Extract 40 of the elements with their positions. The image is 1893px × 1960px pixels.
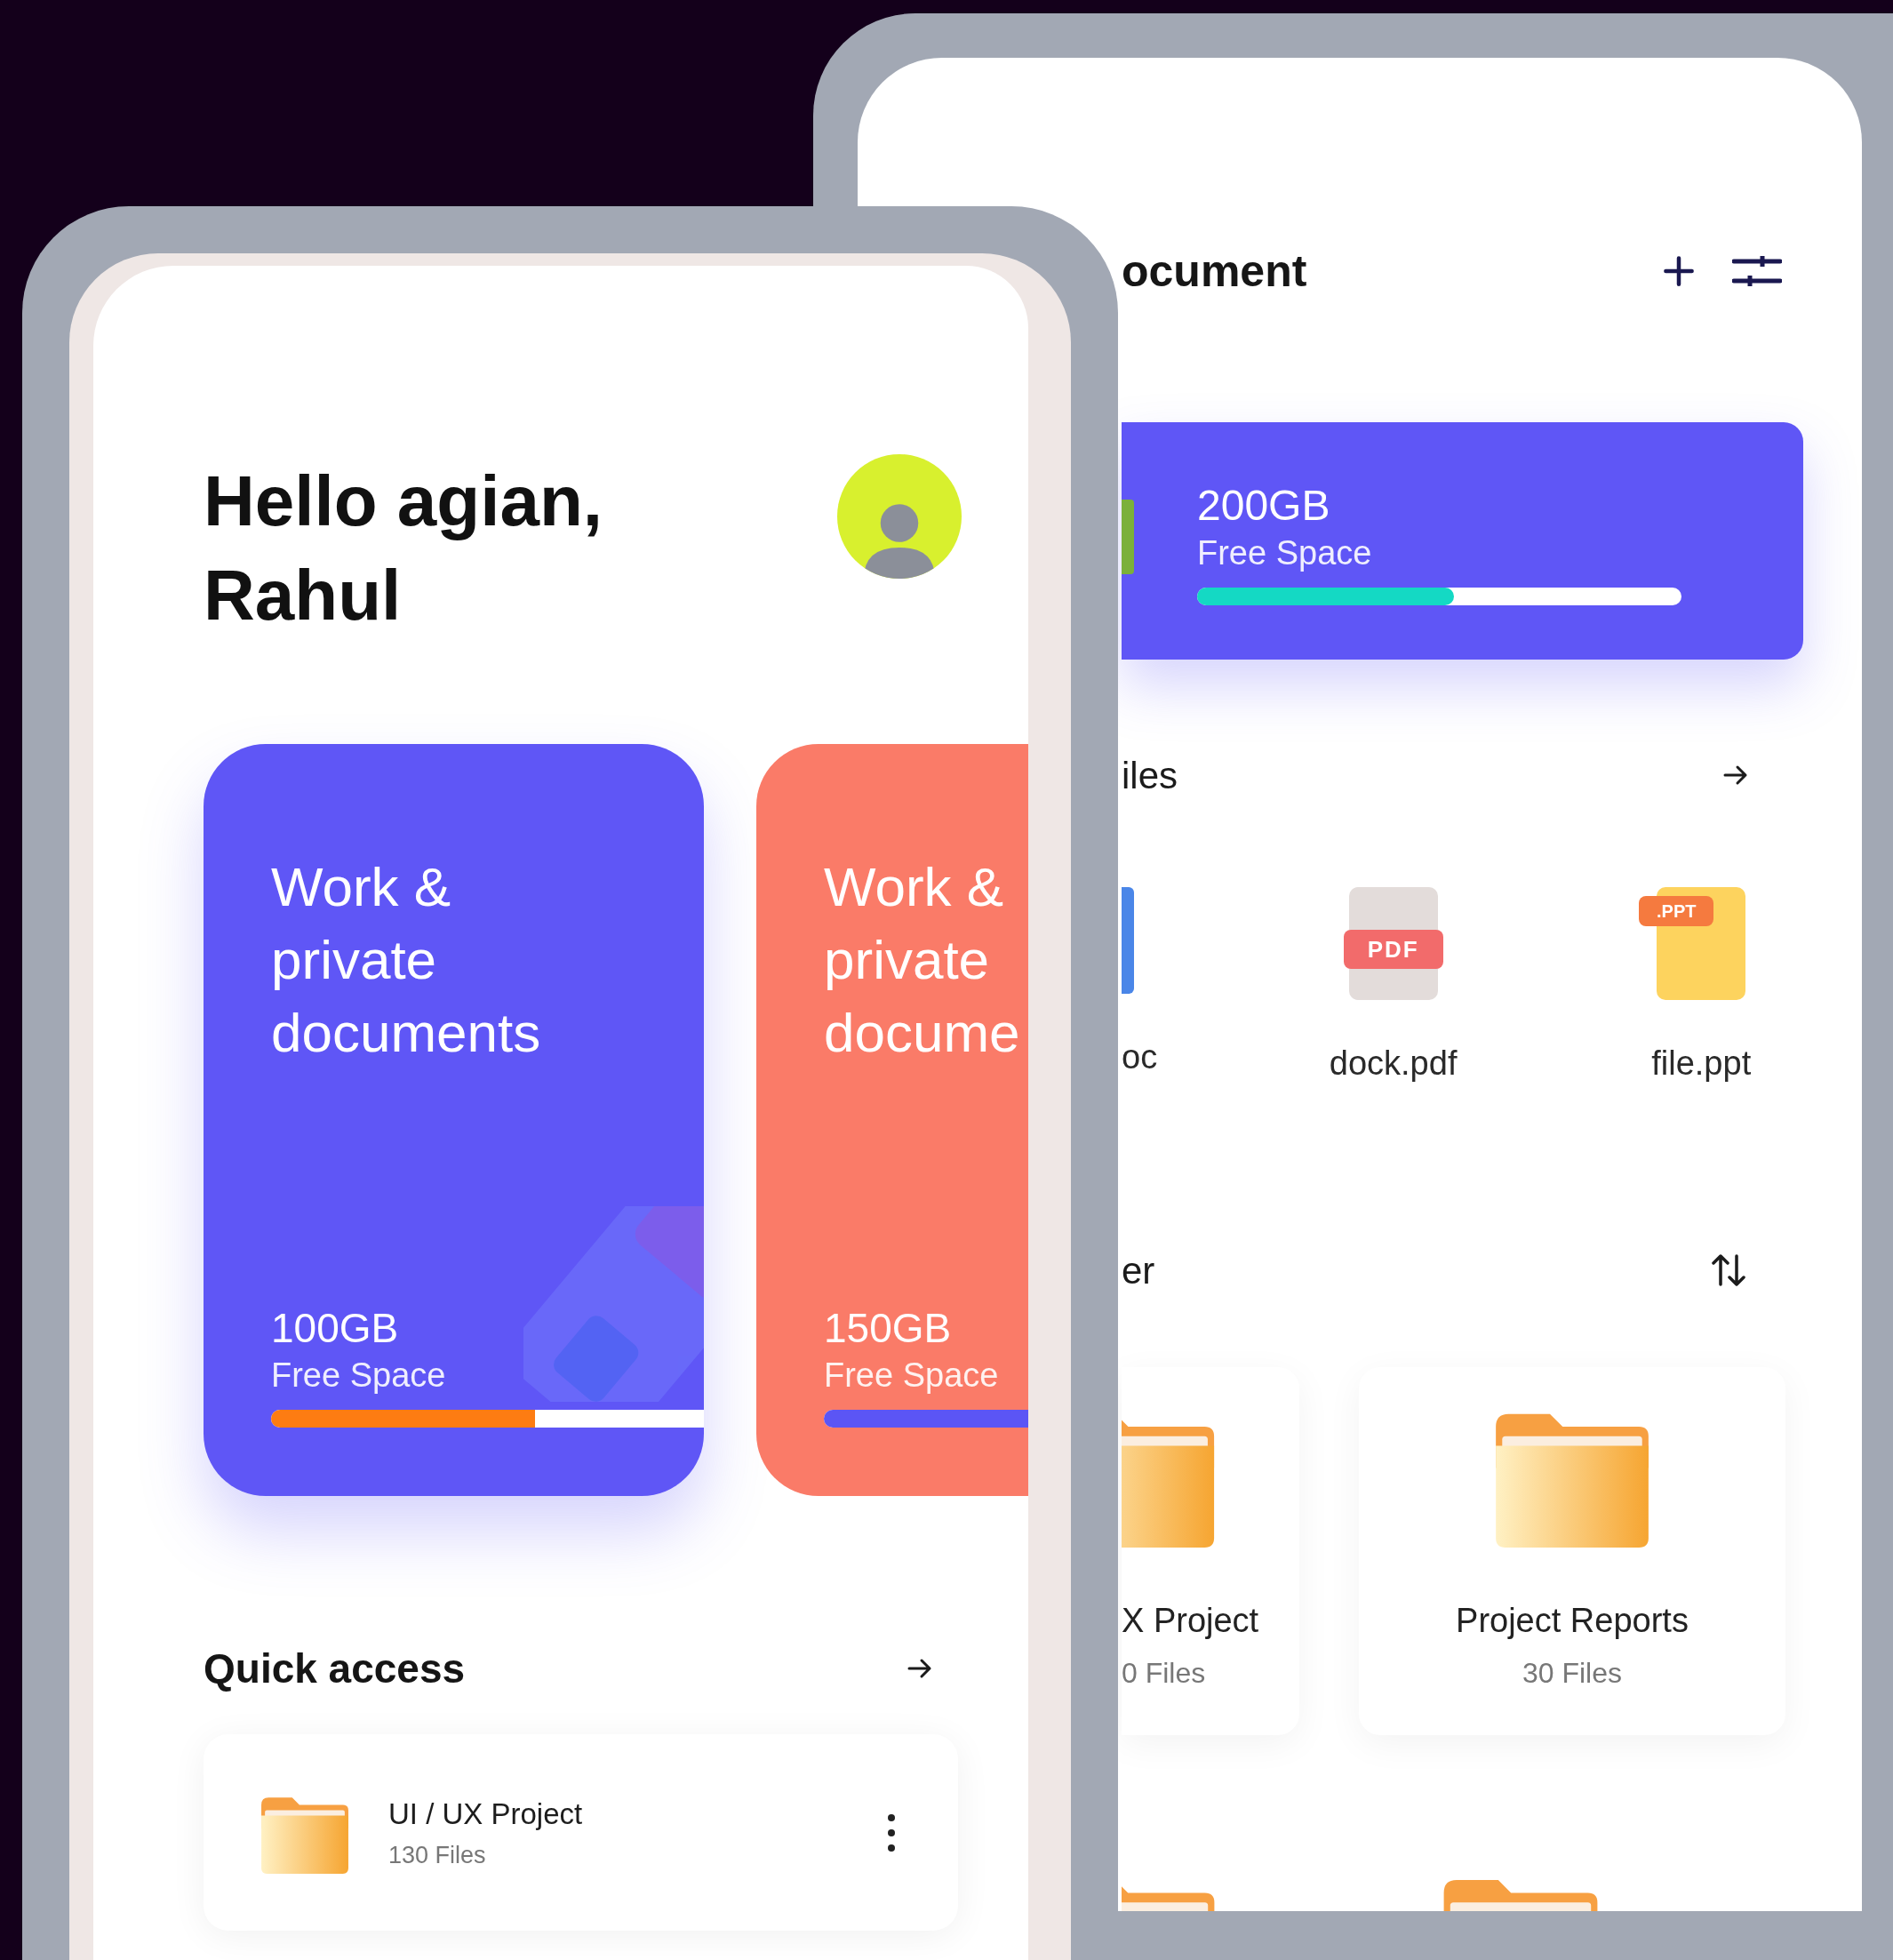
card-title: private [271, 928, 438, 992]
section-heading: iles [1122, 753, 1178, 798]
card-title: documents [271, 1001, 542, 1065]
section-heading: er [1122, 1248, 1155, 1293]
storage-label: Free Space [1197, 533, 1373, 573]
folder-name: Project Reports [1456, 1601, 1689, 1641]
storage-card[interactable]: Work & private documents 100GB Free Space [204, 744, 704, 1496]
file-count: 0 Files [1122, 1656, 1206, 1691]
storage-size: 150GB [824, 1304, 953, 1353]
greeting-text: Hello agian, [204, 460, 603, 542]
section-heading: Quick access [204, 1644, 466, 1693]
greeting-text: Rahul [204, 555, 403, 636]
pdf-badge: PDF [1343, 930, 1443, 969]
file-name: dock.pdf [1329, 1044, 1458, 1084]
folder-card[interactable]: X Project 0 Files [1122, 1367, 1299, 1735]
document-icon [1122, 887, 1134, 994]
card-title: docume [824, 1001, 1021, 1065]
storage-size: 200GB [1197, 481, 1331, 531]
folder-name: UI / UX Project [388, 1796, 583, 1832]
add-icon[interactable] [1663, 255, 1695, 287]
storage-label: Free Space [271, 1356, 447, 1396]
storage-icon [1122, 500, 1134, 574]
sort-icon[interactable] [1712, 1252, 1745, 1288]
folder-name: X Project [1122, 1601, 1259, 1641]
card-title: private [824, 928, 991, 992]
storage-size: 100GB [271, 1304, 400, 1353]
filter-icon[interactable] [1732, 254, 1782, 288]
ppt-badge: .PPT [1639, 896, 1714, 926]
screen-title: ocument [1122, 245, 1307, 298]
storage-label: Free Space [824, 1356, 1000, 1396]
file-name: file.ppt [1651, 1044, 1752, 1084]
file-count: 30 Files [1522, 1656, 1622, 1691]
card-title: Work & [824, 855, 1005, 919]
folder-card[interactable]: Project Reports 30 Files [1359, 1367, 1785, 1735]
card-title: Work & [271, 855, 452, 919]
file-count: 130 Files [388, 1840, 487, 1870]
storage-card[interactable]: Work & private docume 150GB Free Space [756, 744, 1028, 1496]
more-options-icon[interactable] [887, 1812, 896, 1852]
file-name: oc [1122, 1037, 1158, 1077]
quick-access-item[interactable]: UI / UX Project 130 Files [204, 1734, 958, 1931]
